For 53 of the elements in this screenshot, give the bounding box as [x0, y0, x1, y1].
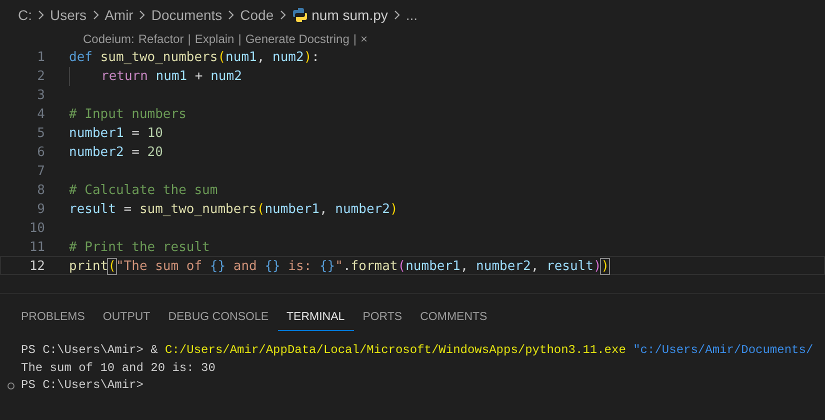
code-lens-link[interactable]: Refactor [138, 30, 184, 48]
breadcrumb-item[interactable]: Code [240, 4, 274, 26]
separator-text: | [353, 30, 357, 48]
circle-icon [6, 382, 14, 390]
line-number: 11 [28, 239, 45, 255]
separator-text: | [188, 30, 191, 48]
breadcrumb-item[interactable]: C: [18, 4, 32, 26]
line-number: 4 [36, 106, 45, 122]
line-number: 1 [36, 49, 45, 65]
line-number: 3 [36, 87, 45, 103]
chevron-icon [137, 10, 148, 20]
line-number: 9 [36, 201, 45, 217]
code-line: number1 = 10 [69, 125, 163, 141]
code-line: return num1 + num2 [101, 68, 242, 84]
line-number: 6 [36, 144, 45, 160]
python-file-icon [292, 7, 308, 23]
terminal-line: The sum of 10 and 20 is: 30 [21, 360, 216, 376]
code-line: result = sum_two_numbers(number1, number2) [69, 201, 398, 217]
panel-tab[interactable]: COMMENTS [411, 304, 496, 332]
breadcrumb-item[interactable]: Documents [151, 4, 222, 26]
code-line: # Input numbers [69, 106, 186, 122]
code-lens-link[interactable]: Generate Docstring [245, 30, 350, 48]
code-line: # Calculate the sum [69, 182, 218, 198]
code-lens-label: Codeium: [83, 30, 134, 48]
breadcrumb-item[interactable]: Users [50, 4, 87, 26]
breadcrumb-more[interactable]: ... [406, 4, 418, 26]
line-number: 8 [36, 182, 45, 198]
panel-tab[interactable]: DEBUG CONSOLE [159, 304, 278, 332]
breadcrumb-item[interactable]: num sum.py [312, 4, 388, 26]
separator-text: | [238, 30, 242, 48]
chevron-icon [90, 10, 101, 20]
line-number: 7 [36, 163, 45, 179]
chevron-icon [226, 10, 236, 20]
code-line: def sum_two_numbers(num1, num2): [69, 49, 320, 65]
close-button[interactable]: × [360, 30, 368, 48]
line-number: 2 [36, 68, 45, 84]
chevron-icon [36, 10, 46, 20]
breadcrumb-item[interactable]: Amir [104, 4, 134, 26]
line-number: 12 [28, 258, 45, 274]
chevron-icon [392, 10, 402, 20]
panel-tab[interactable]: TERMINAL [278, 304, 354, 332]
panel-tab[interactable]: OUTPUT [94, 304, 160, 332]
chevron-icon [278, 10, 288, 20]
terminal-line: PS C:\Users\Amir> & C:/Users/Amir/AppData/Local/Microsoft/WindowsApps/python3.11.exe "c:/Users/Amir/Documents/ [21, 342, 814, 359]
line-number: 5 [36, 125, 45, 141]
line-number: 10 [28, 220, 45, 236]
panel-tab[interactable]: PORTS [354, 304, 412, 332]
code-line: # Print the result [69, 239, 210, 255]
code-line: print("The sum of {} and {} is: {}".format(number1, number2, result)) [69, 258, 610, 274]
code-lens-link[interactable]: Explain [194, 30, 234, 48]
terminal-line: PS C:\Users\Amir> [21, 377, 144, 394]
panel-tab[interactable]: PROBLEMS [12, 304, 94, 332]
code-line: number2 = 20 [69, 144, 163, 160]
